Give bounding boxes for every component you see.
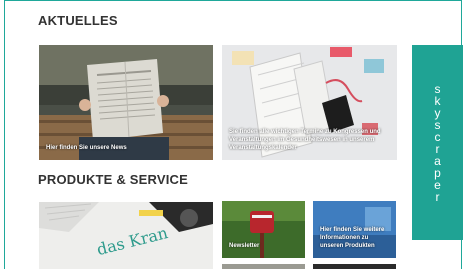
skyscraper-letter: c <box>434 129 441 144</box>
brand-card[interactable]: das Kran <box>39 202 213 269</box>
section-title-produkte-service: PRODUKTE & SERVICE <box>38 172 188 187</box>
skyscraper-letter: e <box>434 177 441 192</box>
news-card-image <box>39 45 213 160</box>
skyscraper-letter: k <box>434 93 441 108</box>
skyscraper-letter: s <box>434 117 441 132</box>
news-card[interactable]: Hier finden Sie unsere News <box>39 45 213 160</box>
calendar-card[interactable]: Sie finden alle wichtigen Termine zu Kon… <box>222 45 397 160</box>
newsletter-card-caption: Newsletter <box>229 242 260 249</box>
tile-partial-right <box>313 264 396 269</box>
section-title-aktuelles: AKTUELLES <box>38 13 118 28</box>
brand-card-image: das Kran <box>39 202 213 269</box>
skyscraper-letter: r <box>435 141 440 156</box>
tile-partial-left <box>222 264 305 269</box>
news-card-caption: Hier finden Sie unsere News <box>46 144 127 151</box>
skyscraper-letter: s <box>434 81 441 96</box>
skyscraper-letter: r <box>435 189 440 204</box>
skyscraper-ad[interactable]: s k y s c r a p e r <box>412 45 463 240</box>
skyscraper-letter: y <box>434 105 441 120</box>
skyscraper-letter: a <box>434 153 441 168</box>
products-info-card[interactable]: Hier finden Sie weitere Informationen zu… <box>313 201 396 258</box>
calendar-card-caption: Sie finden alle wichtigen Termine zu Kon… <box>229 128 381 151</box>
skyscraper-letter: p <box>434 165 441 180</box>
products-info-card-caption: Hier finden Sie weitere Informationen zu… <box>320 226 385 249</box>
newsletter-card[interactable]: Newsletter <box>222 201 305 258</box>
